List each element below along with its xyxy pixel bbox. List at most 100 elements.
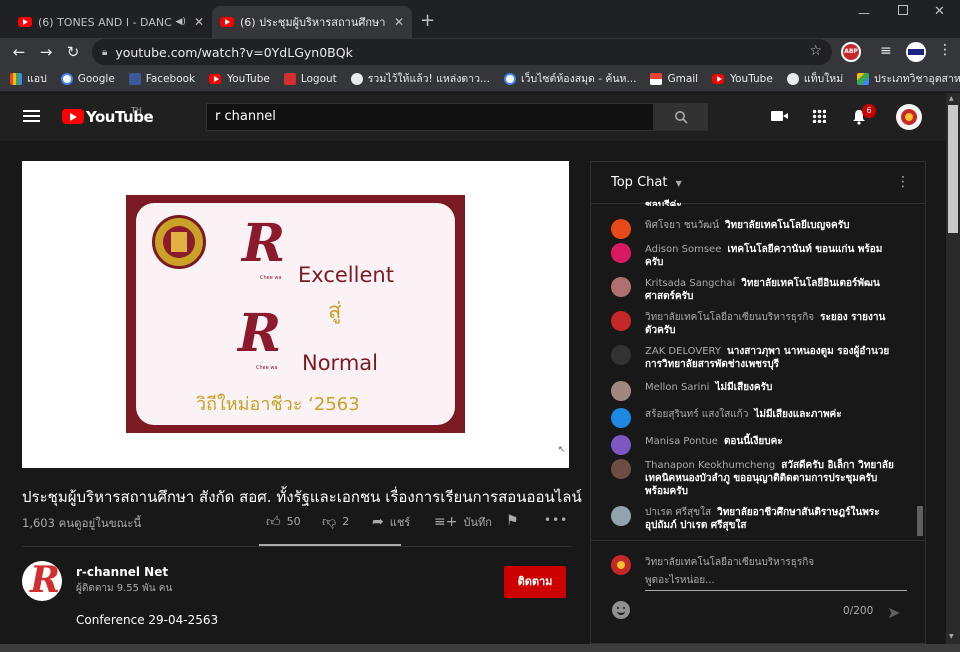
google-icon xyxy=(60,72,73,85)
bookmark-google[interactable]: Google xyxy=(60,72,115,85)
new-tab-button[interactable]: + xyxy=(420,10,435,31)
chat-avatar[interactable] xyxy=(611,345,631,365)
media-control-icon[interactable]: ≡ xyxy=(880,43,892,59)
create-video-icon[interactable] xyxy=(771,111,788,121)
page-scrollbar-thumb[interactable] xyxy=(948,105,958,233)
youtube-logo-icon[interactable] xyxy=(62,109,84,124)
channel-avatar[interactable]: R xyxy=(22,561,62,601)
page-scrollbar[interactable]: ▲ ▼ xyxy=(946,93,960,644)
share-arrow-icon: ➦ xyxy=(372,514,384,530)
chat-author[interactable]: พิศโจยา ชนวัฒน์ xyxy=(645,220,719,231)
chat-author[interactable]: Adison Somsee xyxy=(645,244,721,255)
bottom-edge xyxy=(0,644,960,652)
dislike-button[interactable]: 👎︎ 2 xyxy=(322,513,349,530)
chat-avatar[interactable] xyxy=(611,381,631,401)
bookmark-youtube[interactable]: YouTube xyxy=(209,73,270,85)
search-button[interactable] xyxy=(654,103,708,131)
close-tab-icon[interactable]: ✕ xyxy=(394,15,404,29)
chat-scrollbar[interactable] xyxy=(916,204,924,536)
youtube-icon xyxy=(209,73,222,84)
chat-author[interactable]: Mellon Sarini xyxy=(645,382,709,393)
chat-avatar[interactable] xyxy=(611,506,631,526)
apps-grid-icon[interactable] xyxy=(812,109,826,123)
hamburger-menu-icon[interactable] xyxy=(23,110,40,112)
like-button[interactable]: 👍︎ 50 xyxy=(266,513,301,530)
channel-name[interactable]: r-channel Net xyxy=(76,565,168,579)
bookmark-label: แท็บใหม่ xyxy=(803,73,844,85)
chat-menu-icon[interactable]: ⋮ xyxy=(896,174,910,190)
profile-avatar[interactable] xyxy=(906,42,926,62)
send-icon[interactable]: ➤ xyxy=(887,603,900,622)
chat-scrollbar-thumb[interactable] xyxy=(917,506,923,536)
adblock-extension-icon[interactable]: ABP xyxy=(841,42,861,62)
search-icon xyxy=(675,111,688,124)
user-avatar[interactable] xyxy=(896,104,922,130)
chat-message: วิทยาลัยเทคโนโลยีอาเซียนบริหารธุรกิจ ระยอ… xyxy=(611,311,896,337)
bookmark-library[interactable]: เว็บไซต์ห้องสมุด - ค้นห... xyxy=(503,70,636,87)
maximize-button[interactable] xyxy=(898,5,908,15)
chat-author[interactable]: ZAK DELOVERY xyxy=(645,346,721,357)
r-channel-logo: R xyxy=(242,213,286,274)
chat-author[interactable]: Kritsada Sangchai xyxy=(645,278,735,289)
add-to-playlist-icon: ≡+ xyxy=(434,514,458,530)
bookmark-news[interactable]: รวมไว้ให้แล้ว! แหล่งดาว... xyxy=(350,70,490,87)
scroll-down-icon[interactable]: ▼ xyxy=(949,633,954,640)
chat-message-input[interactable]: พูดอะไรหน่อย... xyxy=(645,573,907,591)
bookmark-gmail[interactable]: Gmail xyxy=(650,72,698,85)
chat-message: สร้อยสุรินทร์ แสงใสแก้ว ไม่มีเสียงและภาพค… xyxy=(611,408,896,428)
tab-title: (6) TONES AND I - DANCE M xyxy=(38,15,172,29)
google-icon xyxy=(503,72,516,85)
close-window-button[interactable]: ✕ xyxy=(934,4,945,19)
speaker-icon[interactable]: ◀) xyxy=(176,17,186,27)
bookmark-drive[interactable]: ประเภทวิชาอุตสาหกรรม... xyxy=(857,70,960,87)
search-input[interactable]: r channel xyxy=(206,103,654,131)
address-bar[interactable]: 🔒︎ youtube.com/watch?v=0YdLGyn0BQk ☆ xyxy=(92,39,832,65)
bookmark-label: YouTube xyxy=(730,72,773,85)
chat-author[interactable]: Thanapon Keokhumcheng xyxy=(645,460,775,471)
bookmark-new-tab[interactable]: แท็บใหม่ xyxy=(786,70,844,87)
dislike-count: 2 xyxy=(342,515,350,528)
back-arrow-icon[interactable]: ← xyxy=(9,42,29,62)
bookmark-youtube-2[interactable]: YouTube xyxy=(712,73,773,85)
bookmark-label: Logout xyxy=(300,72,337,85)
chat-author[interactable]: Manisa Pontue xyxy=(645,436,718,447)
close-tab-icon[interactable]: ✕ xyxy=(194,15,204,29)
reload-icon[interactable]: ↻ xyxy=(63,42,83,62)
chat-avatar[interactable] xyxy=(611,277,631,297)
chat-message: Manisa Pontue ตอนนี้เงียบคะ xyxy=(611,435,896,455)
more-actions-button[interactable]: ••• xyxy=(544,513,568,527)
chat-text: ตอนนี้เงียบคะ xyxy=(723,436,783,447)
chat-avatar[interactable] xyxy=(611,243,631,263)
bookmark-star-icon[interactable]: ☆ xyxy=(809,43,822,59)
save-button[interactable]: ≡+ บันทึก xyxy=(434,513,492,531)
bookmark-facebook[interactable]: Facebook xyxy=(128,72,195,85)
chat-avatar[interactable] xyxy=(611,311,631,331)
report-button[interactable]: ⚑ xyxy=(506,513,525,529)
youtube-favicon-icon xyxy=(220,17,234,27)
chat-text: ไม่มีเสียงครับ xyxy=(715,382,773,393)
chat-avatar[interactable] xyxy=(611,408,631,428)
share-button[interactable]: ➦ แชร์ xyxy=(372,513,410,531)
chat-author[interactable]: สร้อยสุรินทร์ แสงใสแก้ว xyxy=(645,409,748,420)
browser-toolbar: ← → ↻ 🔒︎ youtube.com/watch?v=0YdLGyn0BQk… xyxy=(0,38,960,66)
chat-author[interactable]: ปาเรต ศรีสุขใส xyxy=(645,507,711,518)
subscribe-button[interactable]: ติดตาม xyxy=(504,566,566,598)
video-player[interactable]: R Chee wa Excellent สู่ R Chee wa Normal… xyxy=(22,161,569,468)
youtube-logo-text[interactable]: YouTube xyxy=(86,108,154,126)
tab-conference[interactable]: (6) ประชุมผู้บริหารสถานศึกษา สังกัด สอ ✕ xyxy=(212,6,412,38)
tab-music[interactable]: (6) TONES AND I - DANCE M ◀) ✕ xyxy=(10,6,212,38)
chat-avatar[interactable] xyxy=(611,435,631,455)
minimize-button[interactable]: — xyxy=(858,6,870,20)
bookmark-logout[interactable]: Logout xyxy=(283,72,337,85)
chat-mode-dropdown[interactable]: Top Chat ▼ xyxy=(611,175,682,190)
live-viewer-count: 1,603 คนดูอยู่ในขณะนี้ xyxy=(22,516,142,530)
emoji-icon[interactable] xyxy=(612,601,630,619)
forward-arrow-icon[interactable]: → xyxy=(36,42,56,62)
bookmark-apps[interactable]: แอป xyxy=(10,70,47,87)
chat-avatar[interactable] xyxy=(611,219,631,239)
chat-author[interactable]: วิทยาลัยเทคโนโลยีอาเซียนบริหารธุรกิจ xyxy=(645,312,814,323)
browser-menu-icon[interactable]: ⋮ xyxy=(938,42,952,58)
chat-self-avatar xyxy=(611,555,631,575)
chat-avatar[interactable] xyxy=(611,459,631,479)
scroll-up-icon[interactable]: ▲ xyxy=(949,95,954,102)
